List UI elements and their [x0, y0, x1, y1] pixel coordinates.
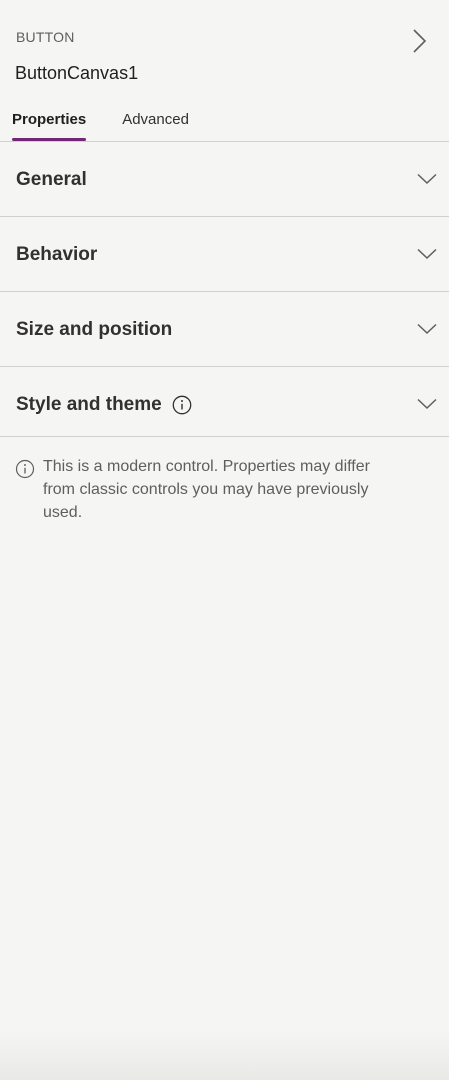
- section-title-style-and-theme: Style and theme: [16, 394, 192, 416]
- info-icon: [15, 459, 35, 479]
- notice-text: This is a modern control. Properties may…: [43, 458, 370, 521]
- section-title-behavior: Behavior: [16, 244, 97, 266]
- section-title-label: Style and theme: [16, 394, 162, 415]
- section-size-and-position[interactable]: Size and position: [0, 292, 449, 367]
- chevron-down-icon: [416, 393, 438, 415]
- properties-panel: BUTTON ButtonCanvas1 Properties Advanced…: [0, 0, 449, 1080]
- chevron-down-icon: [416, 243, 438, 265]
- section-title-size-and-position: Size and position: [16, 319, 172, 341]
- section-title-label: Size and position: [16, 319, 173, 340]
- control-name: ButtonCanvas1: [15, 63, 139, 83]
- section-general[interactable]: General: [0, 142, 449, 217]
- bottom-edge: [0, 1030, 449, 1080]
- tab-advanced[interactable]: Advanced: [122, 104, 189, 141]
- section-title-label: Behavior: [16, 244, 98, 265]
- chevron-right-icon: [413, 29, 427, 53]
- tab-list: Properties Advanced: [0, 104, 189, 141]
- chevron-down-icon: [416, 168, 438, 190]
- section-title-label: General: [16, 169, 87, 190]
- section-title-general: General: [16, 169, 87, 191]
- tab-properties[interactable]: Properties: [12, 104, 87, 141]
- control-type-label: BUTTON: [16, 29, 75, 45]
- chevron-down-icon: [416, 318, 438, 340]
- collapse-panel-button[interactable]: [405, 27, 433, 55]
- panel-header: BUTTON ButtonCanvas1 Properties Advanced: [0, 0, 449, 142]
- info-icon[interactable]: [172, 395, 192, 415]
- section-behavior[interactable]: Behavior: [0, 217, 449, 292]
- section-style-and-theme[interactable]: Style and theme: [0, 367, 449, 437]
